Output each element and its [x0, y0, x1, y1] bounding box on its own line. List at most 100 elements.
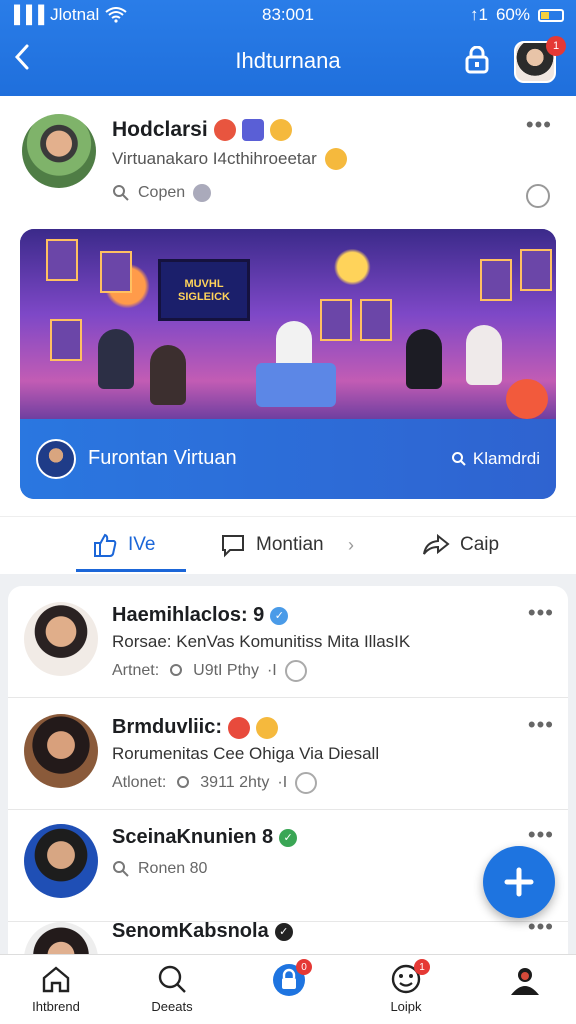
status-right: ↑1 60% — [470, 5, 564, 25]
list-item-meta: Artnet: U9tI Pthy ·I — [112, 660, 307, 682]
like-label: IVe — [128, 534, 156, 555]
compose-button[interactable] — [483, 846, 555, 918]
wall-frame — [50, 319, 82, 361]
person-figure — [466, 325, 502, 385]
open-link[interactable]: Copen — [112, 184, 212, 202]
nav-item-locked[interactable]: 0 — [238, 959, 338, 999]
banner-action-label: Klamdrdi — [472, 449, 540, 468]
list-item-name[interactable]: SenomKabsnola ✓ — [112, 920, 293, 943]
post-subtitle-text: Virtuanakaro I4cthihroeetar — [112, 149, 317, 168]
emoji-icon — [269, 119, 292, 141]
nav-label: Ihtbrend — [32, 999, 80, 1014]
wall-frame — [360, 299, 392, 341]
list-item-name-text: Haemihlaclos: 9 — [112, 604, 265, 626]
share-button[interactable]: Caip — [422, 527, 499, 563]
list-item-name-text: Brmduvliic: — [112, 716, 223, 738]
list-item[interactable]: SceinaKnunien 8 ✓ Ronen 80 ••• — [8, 810, 568, 922]
banner-title: Furontan Virtuan — [88, 447, 237, 469]
expand-icon[interactable] — [526, 184, 550, 208]
meta-label: Atlonet: — [112, 774, 167, 791]
list-item-avatar[interactable] — [24, 602, 98, 676]
tv-screen: MUVHL SIGLEICK — [158, 259, 250, 321]
wall-frame — [320, 299, 352, 341]
post-author-label: Hodclarsi — [112, 118, 208, 141]
nav-item-reactions[interactable]: 1 Loipk — [356, 959, 456, 1014]
notification-badge: 1 — [546, 36, 566, 56]
mascot-icon — [506, 379, 548, 419]
profile-icon — [508, 963, 540, 995]
lock-icon[interactable] — [464, 45, 490, 74]
search-icon — [156, 963, 188, 995]
search-icon — [113, 185, 129, 201]
nav-badge: 0 — [296, 959, 312, 975]
person-figure — [150, 345, 186, 405]
person-figure — [98, 329, 134, 389]
comment-button[interactable]: Montian — [220, 527, 324, 563]
emoji-icon — [228, 716, 251, 739]
meta-value: 3911 2hty — [200, 774, 270, 791]
location-icon — [170, 664, 183, 676]
list-item-name[interactable]: Haemihlaclos: 9 ✓ — [112, 604, 289, 627]
emoji-icon — [256, 716, 279, 739]
info-icon — [284, 660, 307, 682]
emoji-icon — [324, 148, 347, 170]
post-actions: IVe Montian › Caip — [0, 516, 576, 572]
list-item-name-text: SenomKabsnola — [112, 920, 269, 942]
banner-avatar[interactable] — [36, 439, 76, 479]
emoji-icon — [241, 119, 264, 141]
list-item-meta: Ronen 80 — [112, 860, 207, 878]
list-item-name[interactable]: Brmduvliic: — [112, 716, 279, 739]
comment-icon — [222, 535, 244, 558]
active-tab-indicator — [76, 569, 186, 572]
more-options-icon[interactable]: ••• — [528, 712, 554, 738]
nav-item-search[interactable]: Deeats — [122, 963, 222, 1014]
list-item-avatar[interactable] — [24, 714, 98, 788]
list-item-description: Rorumenitas Cee Ohiga Via Diesall — [112, 744, 380, 763]
meta-value: Ronen 80 — [138, 860, 208, 877]
post-banner[interactable]: MUVHL SIGLEICK Furontan Virtuan Klamdrdi — [20, 229, 556, 499]
verified-icon: ✓ — [270, 606, 289, 625]
like-button[interactable]: IVe — [92, 527, 155, 563]
plus-icon — [504, 867, 534, 897]
chevron-right-icon: › — [348, 535, 354, 555]
list-item[interactable]: SenomKabsnola ✓ ••• — [8, 910, 568, 954]
battery-percent: 60% — [495, 5, 530, 24]
more-options-icon[interactable]: ••• — [528, 600, 554, 626]
home-icon — [40, 963, 72, 995]
list-item-name-text: SceinaKnunien 8 — [112, 826, 274, 848]
post-author-avatar[interactable] — [22, 114, 96, 188]
banner-action[interactable]: Klamdrdi — [451, 449, 540, 469]
banner-footer: Furontan Virtuan Klamdrdi — [20, 419, 556, 499]
bottom-nav: Ihtbrend Deeats 0 1 Loipk — [0, 954, 576, 1024]
search-icon — [113, 861, 129, 877]
share-icon — [423, 533, 450, 555]
list-item-avatar[interactable] — [24, 922, 98, 954]
list-item[interactable]: Haemihlaclos: 9 ✓ Rorsae: KenVas Komunit… — [8, 586, 568, 698]
meta-separator: ·I — [266, 662, 277, 679]
meta-value: U9tI Pthy — [193, 662, 259, 679]
wall-frame — [100, 251, 132, 293]
info-icon — [295, 772, 318, 794]
nav-item-home[interactable]: Ihtbrend — [6, 963, 106, 1014]
list-item-avatar[interactable] — [24, 824, 98, 898]
more-options-icon[interactable]: ••• — [528, 822, 554, 848]
community-list: Haemihlaclos: 9 ✓ Rorsae: KenVas Komunit… — [8, 586, 568, 954]
wall-frame — [520, 249, 552, 291]
verified-icon: ✓ — [279, 828, 298, 847]
list-item-name[interactable]: SceinaKnunien 8 ✓ — [112, 826, 298, 849]
info-icon — [193, 184, 212, 202]
nav-label: Deeats — [151, 999, 193, 1014]
nav-item-profile[interactable] — [474, 963, 574, 999]
nav-label: Loipk — [390, 999, 422, 1014]
nav-badge: 1 — [414, 959, 430, 975]
comment-label: Montian — [256, 534, 324, 555]
more-options-icon[interactable]: ••• — [526, 112, 552, 138]
network-indicator: ↑1 — [470, 5, 488, 24]
list-item[interactable]: Brmduvliic: Rorumenitas Cee Ohiga Via Di… — [8, 698, 568, 810]
wall-frame — [46, 239, 78, 281]
more-options-icon[interactable]: ••• — [528, 914, 554, 940]
post-author-name[interactable]: Hodclarsi — [112, 118, 292, 142]
banner-image: MUVHL SIGLEICK — [20, 229, 556, 419]
app-header: ▐▐▐ Jlotnal 83:001 ↑1 60% Ihdturnana 1 — [0, 0, 576, 96]
nav-bar: Ihdturnana 1 — [0, 34, 576, 90]
